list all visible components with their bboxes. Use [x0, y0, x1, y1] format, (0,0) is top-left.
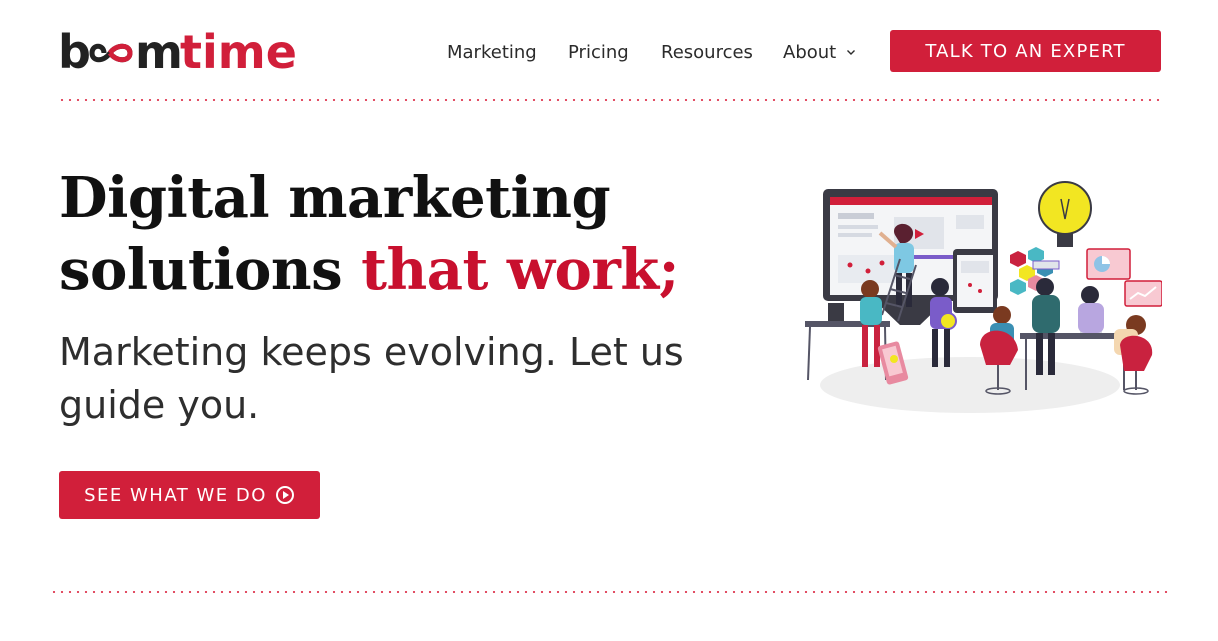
boomtime-logo[interactable]: b m time — [58, 25, 312, 79]
person-seated-lavender — [1078, 286, 1104, 333]
person-standing-right — [1032, 278, 1060, 375]
nav-item-about[interactable]: About — [783, 42, 856, 63]
chevron-down-icon — [847, 50, 856, 55]
logo-b: b — [58, 28, 91, 74]
nav-item-resources[interactable]: Resources — [661, 42, 753, 63]
team-illustration — [805, 181, 1162, 413]
nav-item-marketing[interactable]: Marketing — [447, 42, 537, 63]
see-what-we-do-button[interactable]: SEE WHAT WE DO — [59, 471, 320, 519]
logo-time: time — [180, 28, 297, 74]
nav-item-pricing[interactable]: Pricing — [568, 42, 629, 63]
talk-to-expert-button[interactable]: TALK TO AN EXPERT — [890, 30, 1161, 72]
play-circle-icon — [275, 486, 294, 504]
logo-m: m — [135, 28, 183, 74]
tablet-device — [953, 249, 997, 313]
logo-graphic: b m time — [58, 25, 297, 79]
section-divider — [50, 591, 1170, 593]
infinity-icon — [89, 43, 133, 63]
hero-headline: Digital marketing solutions that work; — [59, 162, 699, 306]
hero-subheadline: Marketing keeps evolving. Let us guide y… — [59, 330, 684, 427]
hero-headline-accent: that work; — [361, 237, 679, 303]
line-chart-card — [1124, 280, 1162, 307]
header-divider — [58, 99, 1162, 101]
nav-item-about-label: About — [783, 41, 837, 63]
pie-chart-card — [1086, 248, 1131, 280]
see-what-we-do-label: SEE WHAT WE DO — [84, 484, 267, 506]
lightbulb-icon — [1038, 181, 1092, 247]
person-seated-far-right — [1114, 315, 1153, 395]
